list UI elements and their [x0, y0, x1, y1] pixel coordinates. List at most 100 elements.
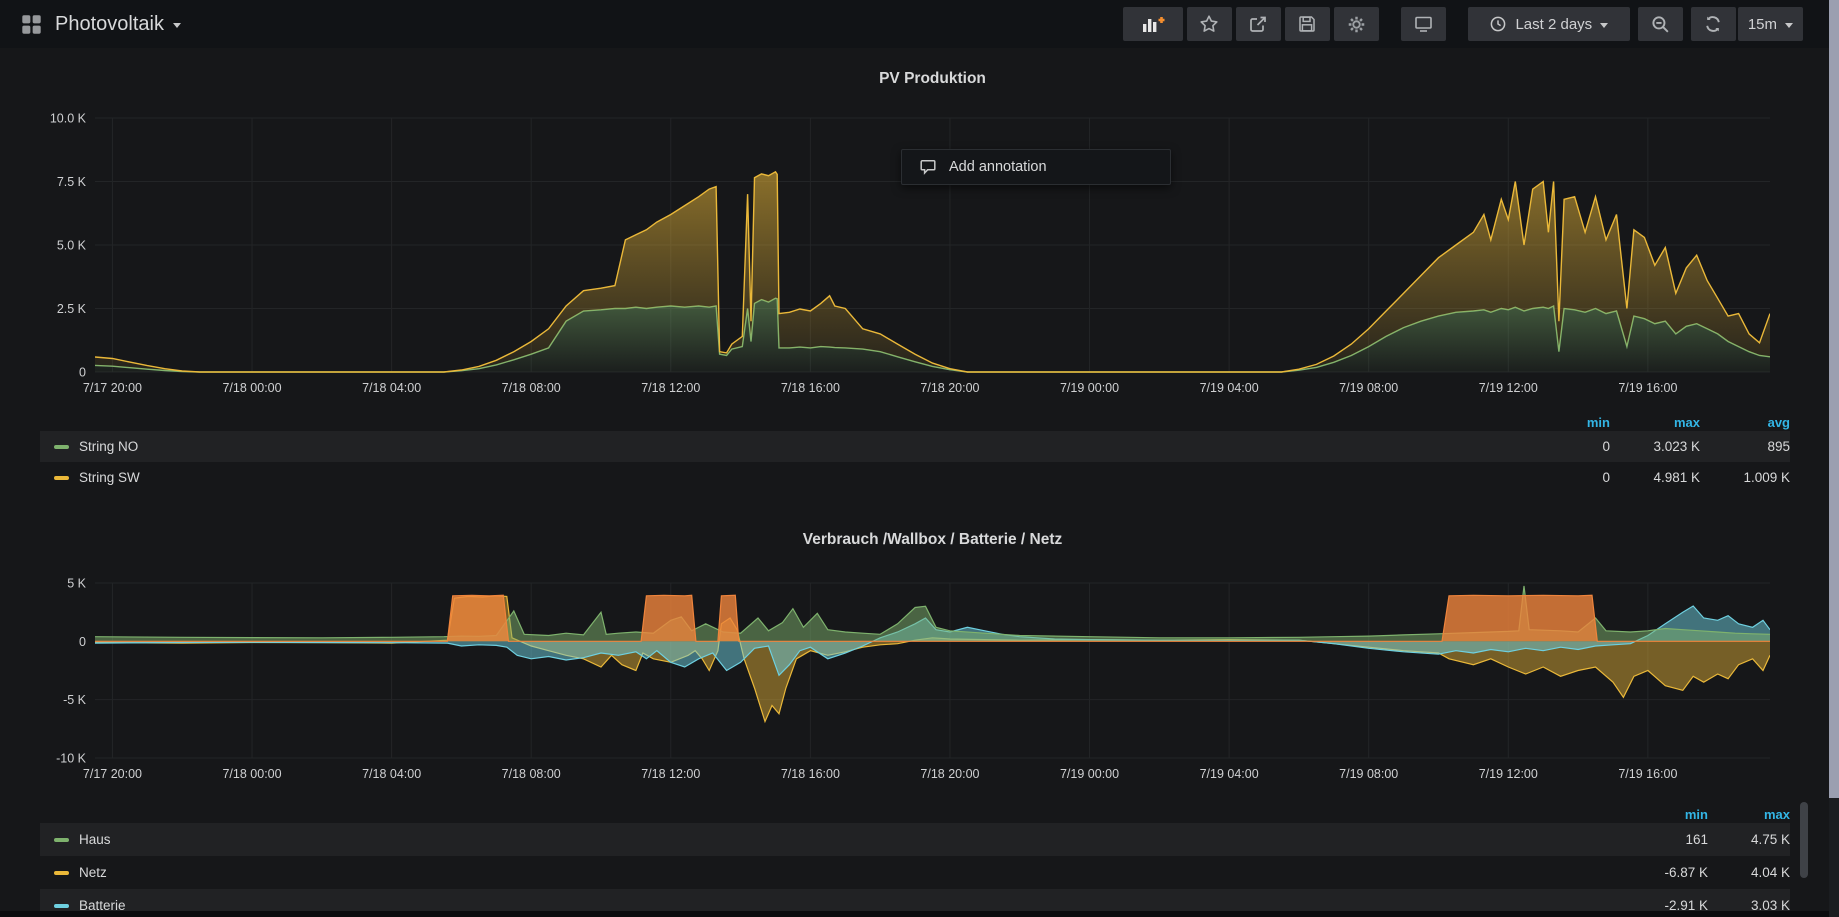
add-panel-button[interactable]	[1123, 7, 1183, 41]
svg-text:10.0 K: 10.0 K	[50, 112, 87, 126]
legend-row[interactable]: String NO03.023 K895	[40, 431, 1790, 462]
add-annotation-menu-item[interactable]: Add annotation	[901, 149, 1171, 185]
svg-text:7/19 08:00: 7/19 08:00	[1339, 767, 1398, 781]
svg-text:7/18 08:00: 7/18 08:00	[502, 767, 561, 781]
legend-stat-value: 4.75 K	[1708, 832, 1790, 847]
gear-icon	[1346, 14, 1367, 35]
svg-text:7.5 K: 7.5 K	[57, 175, 87, 189]
svg-text:7/19 04:00: 7/19 04:00	[1200, 767, 1259, 781]
legend-row[interactable]: Netz-6.87 K4.04 K	[40, 856, 1790, 889]
svg-text:7/19 00:00: 7/19 00:00	[1060, 381, 1119, 395]
legend-stats-header: minmaxavg	[40, 414, 1790, 431]
refresh-icon	[1703, 14, 1723, 34]
svg-text:7/18 00:00: 7/18 00:00	[222, 767, 281, 781]
page-scrollbar-thumb[interactable]	[1829, 0, 1839, 798]
refresh-button[interactable]	[1691, 7, 1736, 41]
svg-text:-10 K: -10 K	[56, 752, 87, 766]
dashboard-title: Photovoltaik	[55, 13, 164, 36]
navbar: Photovoltaik	[0, 0, 1839, 48]
panel-title-verbrauch[interactable]: Verbrauch /Wallbox / Batterie / Netz	[95, 531, 1770, 549]
svg-text:7/18 12:00: 7/18 12:00	[641, 381, 700, 395]
monitor-icon	[1413, 14, 1434, 34]
legend-stat-value: -6.87 K	[1626, 865, 1708, 880]
comment-bubble-icon	[919, 158, 937, 176]
horizontal-scrollbar[interactable]	[0, 911, 1829, 917]
legend-stat-value: 895	[1700, 439, 1790, 454]
svg-text:7/17 20:00: 7/17 20:00	[83, 381, 142, 395]
svg-text:0: 0	[79, 366, 86, 380]
legend-row[interactable]: Haus1614.75 K	[40, 823, 1790, 856]
legend-stat-value: 0	[1520, 470, 1610, 485]
svg-text:5 K: 5 K	[67, 577, 86, 591]
svg-text:7/18 08:00: 7/18 08:00	[502, 381, 561, 395]
legend-stat-col: min	[1626, 807, 1708, 822]
series-color-swatch	[54, 904, 69, 908]
grid-icon	[20, 13, 43, 36]
save-icon	[1297, 14, 1317, 34]
save-button[interactable]	[1285, 7, 1330, 41]
dashboard-title-dropdown[interactable]: Photovoltaik	[55, 13, 181, 36]
legend-stat-value: 3.023 K	[1610, 439, 1700, 454]
chevron-down-icon	[1600, 23, 1608, 28]
svg-text:7/19 16:00: 7/19 16:00	[1618, 767, 1677, 781]
refresh-interval-picker[interactable]: 15m	[1738, 7, 1803, 41]
svg-text:2.5 K: 2.5 K	[57, 302, 87, 316]
svg-text:7/18 12:00: 7/18 12:00	[641, 767, 700, 781]
svg-text:7/17 20:00: 7/17 20:00	[83, 767, 142, 781]
svg-text:7/19 12:00: 7/19 12:00	[1479, 381, 1538, 395]
svg-text:7/18 00:00: 7/18 00:00	[222, 381, 281, 395]
share-icon	[1248, 14, 1268, 34]
svg-text:7/19 12:00: 7/19 12:00	[1479, 767, 1538, 781]
legend-stat-value: 4.04 K	[1708, 865, 1790, 880]
dashboards-grid-icon[interactable]	[20, 7, 43, 41]
add-annotation-label: Add annotation	[949, 159, 1047, 175]
settings-button[interactable]	[1334, 7, 1379, 41]
series-toggle-label[interactable]: String SW	[79, 470, 1520, 485]
series-color-swatch	[54, 476, 69, 480]
panel-title-pv-produktion[interactable]: PV Produktion	[95, 70, 1770, 88]
svg-text:7/18 20:00: 7/18 20:00	[920, 767, 979, 781]
clock-icon	[1489, 15, 1507, 33]
svg-text:-5 K: -5 K	[63, 693, 87, 707]
legend-stat-value: 1.009 K	[1700, 470, 1790, 485]
add-panel-icon	[1140, 14, 1166, 34]
refresh-interval-label: 15m	[1748, 16, 1777, 33]
legend-row[interactable]: String SW04.981 K1.009 K	[40, 462, 1790, 493]
share-button[interactable]	[1236, 7, 1281, 41]
series-color-swatch	[54, 445, 69, 449]
svg-text:7/19 08:00: 7/19 08:00	[1339, 381, 1398, 395]
page-scrollbar[interactable]	[1829, 0, 1839, 917]
legend-stat-col: max	[1708, 807, 1790, 822]
legend-pv-produktion: minmaxavgString NO03.023 K895String SW04…	[40, 414, 1790, 493]
legend-stat-col: min	[1520, 415, 1610, 430]
series-toggle-label[interactable]: String NO	[79, 439, 1520, 454]
star-icon	[1199, 14, 1219, 34]
zoom-out-icon	[1650, 14, 1671, 35]
verbrauch-plot[interactable]	[95, 583, 1770, 758]
time-range-picker[interactable]: Last 2 days	[1468, 7, 1630, 41]
series-toggle-label[interactable]: Haus	[79, 832, 1626, 847]
legend-stat-value: 4.981 K	[1610, 470, 1700, 485]
svg-text:7/19 00:00: 7/19 00:00	[1060, 767, 1119, 781]
series-toggle-label[interactable]: Netz	[79, 865, 1626, 880]
legend-scrollbar-thumb[interactable]	[1800, 802, 1808, 878]
svg-text:0: 0	[79, 635, 86, 649]
legend-stats-header: minmax	[40, 806, 1790, 823]
star-button[interactable]	[1187, 7, 1232, 41]
series-color-swatch	[54, 838, 69, 842]
legend-stat-col: max	[1610, 415, 1700, 430]
svg-text:7/18 04:00: 7/18 04:00	[362, 381, 421, 395]
svg-text:7/18 16:00: 7/18 16:00	[781, 767, 840, 781]
svg-text:7/18 20:00: 7/18 20:00	[920, 381, 979, 395]
svg-text:5.0 K: 5.0 K	[57, 239, 87, 253]
svg-text:7/18 04:00: 7/18 04:00	[362, 767, 421, 781]
legend-stat-value: 161	[1626, 832, 1708, 847]
svg-text:7/18 16:00: 7/18 16:00	[781, 381, 840, 395]
zoom-out-button[interactable]	[1638, 7, 1683, 41]
legend-stat-col: avg	[1700, 415, 1790, 430]
grafana-dashboard: Photovoltaik	[0, 0, 1839, 917]
legend-verbrauch: minmaxHaus1614.75 KNetz-6.87 K4.04 KBatt…	[40, 806, 1790, 917]
tv-cycle-button[interactable]	[1401, 7, 1446, 41]
chevron-down-icon	[173, 23, 181, 28]
time-range-label: Last 2 days	[1515, 16, 1592, 33]
